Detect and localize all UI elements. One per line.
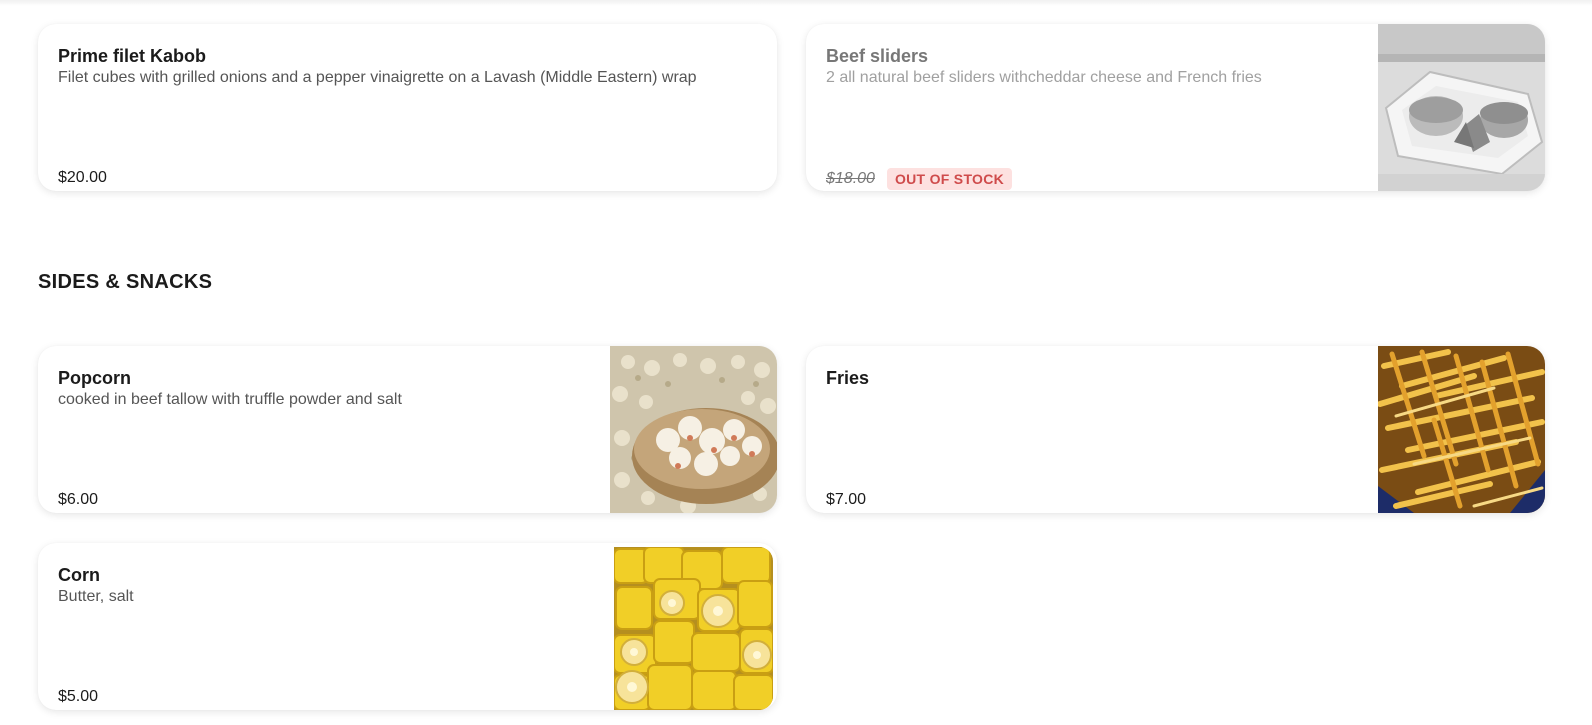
menu-item-body: Corn Butter, salt $5.00 bbox=[58, 563, 589, 710]
menu-item-description: 2 all natural beef sliders withcheddar c… bbox=[826, 69, 1262, 86]
menu-item-description: Filet cubes with grilled onions and a pe… bbox=[58, 69, 697, 86]
menu-item-description: Butter, salt bbox=[58, 588, 134, 605]
beef-sliders-image bbox=[1378, 24, 1545, 191]
popcorn-photo-icon bbox=[610, 346, 777, 513]
menu-item-description: cooked in beef tallow with truffle powde… bbox=[58, 391, 402, 408]
corn-photo-icon bbox=[614, 547, 773, 710]
menu-item-price-row: $6.00 bbox=[58, 490, 98, 510]
menu-item-card-beef-sliders[interactable]: Beef sliders 2 all natural beef sliders … bbox=[806, 24, 1545, 191]
menu-item-price: $6.00 bbox=[58, 491, 99, 508]
slider-food-photo-icon bbox=[1378, 24, 1545, 191]
fries-photo-icon bbox=[1378, 346, 1545, 513]
menu-item-price: $7.00 bbox=[826, 491, 867, 508]
menu-item-name: Beef sliders bbox=[826, 46, 929, 66]
menu-item-price-row: $18.00 OUT OF STOCK bbox=[826, 168, 1013, 190]
menu-item-body: Popcorn cooked in beef tallow with truff… bbox=[58, 366, 589, 513]
menu-item-price: $20.00 bbox=[58, 169, 107, 186]
out-of-stock-badge: OUT OF STOCK bbox=[886, 168, 1013, 190]
menu-item-price: $5.00 bbox=[58, 688, 99, 705]
menu-item-name: Corn bbox=[58, 565, 100, 585]
menu-item-body: Prime filet Kabob Filet cubes with grill… bbox=[58, 44, 757, 191]
menu-item-card-popcorn[interactable]: Popcorn cooked in beef tallow with truff… bbox=[38, 346, 777, 513]
menu-item-body: Beef sliders 2 all natural beef sliders … bbox=[826, 44, 1357, 191]
fries-image bbox=[1378, 346, 1545, 513]
corn-image bbox=[614, 547, 773, 710]
top-divider-shadow bbox=[0, 0, 1592, 6]
menu-item-card-fries[interactable]: Fries $7.00 bbox=[806, 346, 1545, 513]
menu-item-card-kabob[interactable]: Prime filet Kabob Filet cubes with grill… bbox=[38, 24, 777, 191]
menu-item-name: Prime filet Kabob bbox=[58, 46, 207, 66]
menu-item-card-corn[interactable]: Corn Butter, salt $5.00 bbox=[38, 543, 777, 710]
menu-item-price: $18.00 bbox=[826, 170, 875, 187]
menu-item-price-row: $5.00 bbox=[58, 687, 98, 707]
menu-item-name: Fries bbox=[826, 368, 870, 388]
menu-item-price-row: $20.00 bbox=[58, 168, 107, 188]
menu-item-price-row: $7.00 bbox=[826, 490, 866, 510]
section-title-sides-snacks: SIDES & SNACKS bbox=[38, 271, 213, 293]
menu-item-body: Fries $7.00 bbox=[826, 366, 1357, 513]
popcorn-image bbox=[610, 346, 777, 513]
menu-item-name: Popcorn bbox=[58, 368, 132, 388]
